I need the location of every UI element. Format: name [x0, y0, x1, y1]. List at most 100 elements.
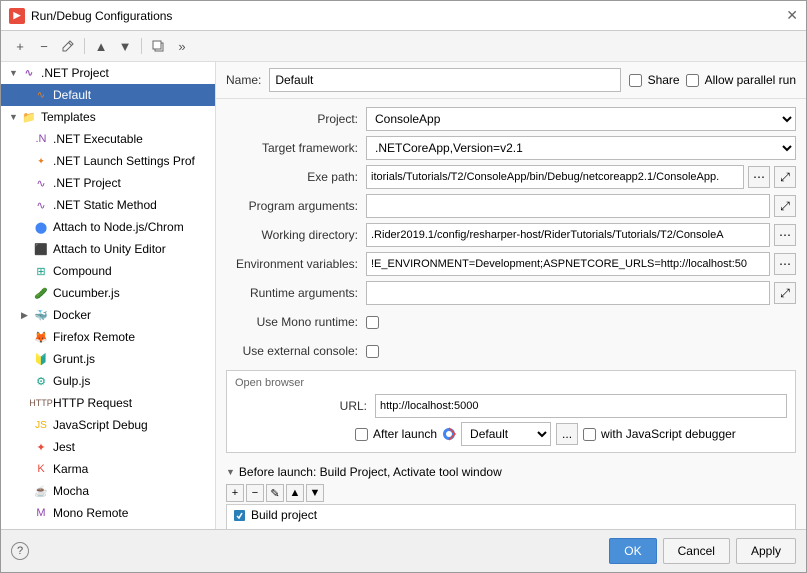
exe-path-input[interactable]	[366, 165, 744, 189]
sidebar-item-firefox[interactable]: 🦊 Firefox Remote	[1, 326, 215, 348]
working-dir-browse-button[interactable]: ⋯	[774, 224, 796, 246]
exe-path-browse-button[interactable]: ⋯	[748, 166, 770, 188]
env-vars-row: Environment variables: ⋯	[226, 252, 796, 276]
apply-button[interactable]: Apply	[736, 538, 796, 564]
use-mono-label: Use Mono runtime:	[226, 315, 366, 329]
before-launch-add-button[interactable]: +	[226, 484, 244, 502]
sidebar-item-mocha[interactable]: ☕ Mocha	[1, 480, 215, 502]
sidebar-item-net-launch[interactable]: ✦ .NET Launch Settings Prof	[1, 150, 215, 172]
before-launch-list: Build project	[226, 504, 796, 529]
sidebar-item-http[interactable]: HTTP HTTP Request	[1, 392, 215, 414]
help-button[interactable]: ?	[11, 542, 29, 560]
sidebar-item-karma[interactable]: K Karma	[1, 458, 215, 480]
sidebar-item-js-debug[interactable]: JS JavaScript Debug	[1, 414, 215, 436]
sidebar-group-templates[interactable]: ▼ 📁 Templates	[1, 106, 215, 128]
before-launch-down-button[interactable]: ▼	[306, 484, 324, 502]
copy-button[interactable]	[147, 35, 169, 57]
more-button[interactable]: »	[171, 35, 193, 57]
mono-label: Mono Remote	[53, 506, 128, 520]
name-label: Name:	[226, 73, 261, 87]
sidebar-item-jest[interactable]: ✦ Jest	[1, 436, 215, 458]
before-launch-remove-button[interactable]: −	[246, 484, 264, 502]
program-args-expand-button[interactable]: ⤢	[774, 195, 796, 217]
project-row: Project: ConsoleApp	[226, 107, 796, 131]
before-launch-item: Build project	[227, 505, 795, 525]
sidebar-item-attach-node[interactable]: ⬤ Attach to Node.js/Chrom	[1, 216, 215, 238]
bottom-bar: ? OK Cancel Apply	[1, 529, 806, 572]
target-framework-row: Target framework: .NETCoreApp,Version=v2…	[226, 136, 796, 160]
sidebar-item-default-label: Default	[53, 88, 91, 102]
use-external-checkbox[interactable]	[366, 345, 379, 358]
wrench-icon	[61, 39, 75, 53]
close-button[interactable]: ✕	[786, 7, 798, 24]
sidebar-item-net-project[interactable]: ∿ .NET Project	[1, 172, 215, 194]
copy-icon	[152, 40, 165, 53]
after-launch-label: After launch	[373, 427, 437, 441]
remove-button[interactable]: −	[33, 35, 55, 57]
env-vars-label: Environment variables:	[226, 257, 366, 271]
karma-label: Karma	[53, 462, 88, 476]
add-button[interactable]: +	[9, 35, 31, 57]
target-framework-select[interactable]: .NETCoreApp,Version=v2.1	[366, 136, 796, 160]
sidebar-item-compound[interactable]: ⊞ Compound	[1, 260, 215, 282]
sidebar-item-grunt[interactable]: 🔰 Grunt.js	[1, 348, 215, 370]
before-launch-up-button[interactable]: ▲	[286, 484, 304, 502]
sidebar-group-net-project[interactable]: ▼ ∿ .NET Project	[1, 62, 215, 84]
firefox-icon: 🦊	[33, 329, 49, 345]
working-dir-input[interactable]	[366, 223, 770, 247]
share-checkbox[interactable]	[629, 74, 642, 87]
sidebar-item-default[interactable]: ∿ Default	[1, 84, 215, 106]
use-external-label: Use external console:	[226, 344, 366, 358]
sidebar-item-cucumber[interactable]: 🥒 Cucumber.js	[1, 282, 215, 304]
edit-button[interactable]	[57, 35, 79, 57]
before-launch-edit-button[interactable]: ✎	[266, 484, 284, 502]
attach-node-label: Attach to Node.js/Chrom	[53, 220, 184, 234]
name-row: Name: Share Allow parallel run	[216, 62, 806, 99]
sidebar-item-mono[interactable]: M Mono Remote	[1, 502, 215, 524]
url-input[interactable]	[375, 394, 787, 418]
app-icon: ▶	[9, 8, 25, 24]
runtime-args-expand-button[interactable]: ⤢	[774, 282, 796, 304]
before-launch-title: Before launch: Build Project, Activate t…	[239, 465, 502, 479]
allow-parallel-label: Allow parallel run	[705, 73, 796, 87]
env-vars-input[interactable]	[366, 252, 770, 276]
with-js-debugger-label: with JavaScript debugger	[601, 427, 736, 441]
use-external-row: Use external console:	[226, 339, 796, 363]
allow-parallel-checkbox[interactable]	[686, 74, 699, 87]
browser-select[interactable]: Default	[461, 422, 551, 446]
env-vars-browse-button[interactable]: ⋯	[774, 253, 796, 275]
js-debug-label: JavaScript Debug	[53, 418, 148, 432]
mocha-label: Mocha	[53, 484, 89, 498]
cancel-button[interactable]: Cancel	[663, 538, 730, 564]
program-args-input[interactable]	[366, 194, 770, 218]
http-icon: HTTP	[33, 395, 49, 411]
http-label: HTTP Request	[53, 396, 132, 410]
browser-more-button[interactable]: ...	[556, 423, 578, 445]
after-launch-row: After launch Default ...	[235, 422, 787, 446]
use-mono-checkbox[interactable]	[366, 316, 379, 329]
sidebar-item-attach-unity[interactable]: ⬛ Attach to Unity Editor	[1, 238, 215, 260]
ok-button[interactable]: OK	[609, 538, 656, 564]
sidebar-item-net-executable[interactable]: .N .NET Executable	[1, 128, 215, 150]
dialog-title: Run/Debug Configurations	[31, 9, 172, 23]
after-launch-checkbox[interactable]	[355, 428, 368, 441]
before-launch-toolbar: + − ✎ ▲ ▼	[226, 482, 796, 504]
net-launch-label: .NET Launch Settings Prof	[53, 154, 195, 168]
js-debug-icon: JS	[33, 417, 49, 433]
name-input[interactable]	[269, 68, 620, 92]
net-launch-icon: ✦	[33, 153, 49, 169]
project-select[interactable]: ConsoleApp	[366, 107, 796, 131]
sidebar-item-docker[interactable]: ▶ 🐳 Docker	[1, 304, 215, 326]
move-up-button[interactable]: ▲	[90, 35, 112, 57]
with-js-debugger-checkbox[interactable]	[583, 428, 596, 441]
sidebar-item-net-static[interactable]: ∿ .NET Static Method	[1, 194, 215, 216]
working-dir-control: ⋯	[366, 223, 796, 247]
mocha-icon: ☕	[33, 483, 49, 499]
move-down-button[interactable]: ▼	[114, 35, 136, 57]
exe-path-expand-button[interactable]: ⤢	[774, 166, 796, 188]
runtime-args-input[interactable]	[366, 281, 770, 305]
cucumber-label: Cucumber.js	[53, 286, 120, 300]
sidebar-item-gulp[interactable]: ⚙ Gulp.js	[1, 370, 215, 392]
share-area: Share Allow parallel run	[629, 73, 796, 87]
arrow-net-project: ▼	[9, 68, 21, 78]
